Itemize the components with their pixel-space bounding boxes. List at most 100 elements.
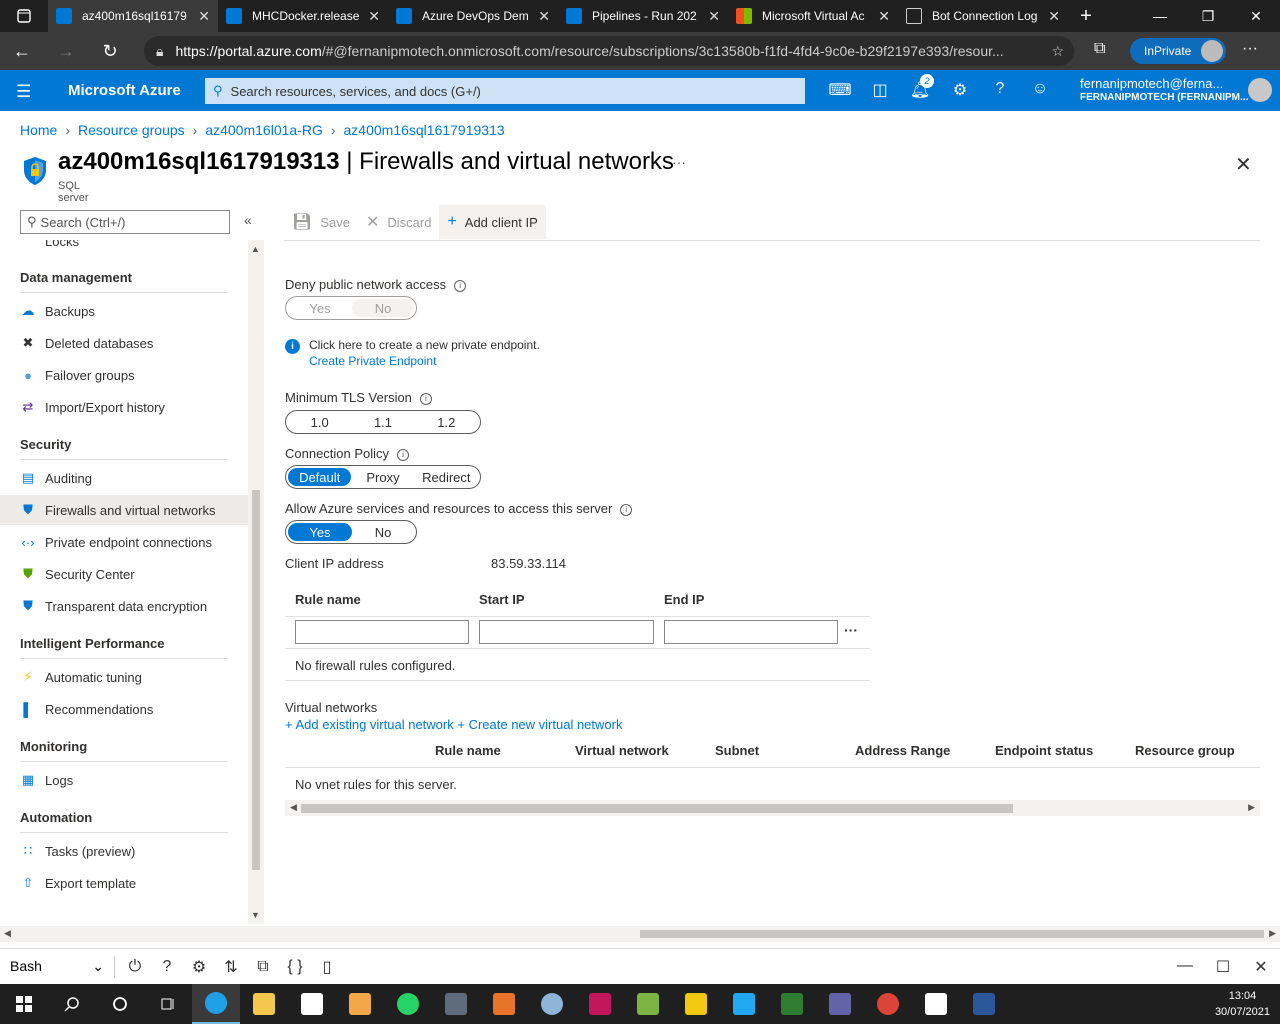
scroll-left-icon[interactable]: ◀ [290,802,297,813]
info-icon[interactable]: i [454,280,467,292]
whatsapp-icon[interactable] [384,984,432,1024]
paint-icon[interactable] [528,984,576,1024]
windows-start-icon[interactable] [0,984,48,1024]
office-icon[interactable] [480,984,528,1024]
power-icon[interactable]: ⏻ [119,958,151,976]
directory-filter-icon[interactable]: ◫ [860,80,900,100]
breadcrumb-home[interactable]: Home [20,122,57,138]
maximize-icon[interactable]: ❐ [1184,0,1232,32]
end-ip-input[interactable] [664,620,838,644]
scroll-left-icon[interactable]: ◀ [4,928,11,939]
browser-tab[interactable]: Microsoft Virtual Ac ✕ [728,0,898,32]
sidebar-item-firewalls-and-virtual-networks[interactable]: ⛊ Firewalls and virtual networks [0,495,248,525]
browser-tab[interactable]: Bot Connection Log ✕ [898,0,1068,32]
scroll-right-icon[interactable]: ▶ [1248,802,1255,813]
system-clock[interactable]: 13:04 30/07/2021 [1215,988,1270,1020]
word-icon[interactable] [960,984,1008,1024]
forward-icon[interactable]: → [44,41,88,62]
sidebar-scroll-thumb[interactable] [252,490,260,870]
close-window-icon[interactable]: ✕ [1232,0,1280,32]
editor-braces-icon[interactable]: { } [279,958,311,976]
refresh-icon[interactable]: ↻ [88,41,132,62]
browser-tab[interactable]: Azure DevOps Dem ✕ [388,0,558,32]
breadcrumb-sql-server[interactable]: az400m16sql1617919313 [344,122,505,138]
sidebar-item-automatic-tuning[interactable]: ⚡ Automatic tuning [0,662,248,692]
tab-actions-icon[interactable] [0,0,48,32]
shell-maximize-icon[interactable]: ☐ [1204,957,1242,977]
start-ip-input[interactable] [479,620,654,644]
sidebar-item-transparent-data-encryption[interactable]: ⛊ Transparent data encryption [0,591,248,621]
close-tab-icon[interactable]: ✕ [538,8,550,25]
sidebar-item-failover-groups[interactable]: ● Failover groups [0,360,248,390]
close-tab-icon[interactable]: ✕ [368,8,380,25]
upload-download-icon[interactable]: ⇅ [215,957,247,977]
settings-gear-icon[interactable]: ⚙ [940,80,980,100]
image-viewer-icon[interactable] [768,984,816,1024]
sidebar-item-tasks-preview[interactable]: ∷ Tasks (preview) [0,836,248,866]
page-horizontal-scrollbar[interactable]: ◀ ▶ [0,926,1280,942]
create-private-endpoint-link[interactable]: Create Private Endpoint [309,354,436,368]
vscode-icon[interactable] [720,984,768,1024]
hamburger-menu-icon[interactable]: ☰ [16,82,31,102]
sidebar-item-logs[interactable]: ▦ Logs [0,765,248,795]
back-icon[interactable]: ← [0,41,44,62]
toggle-option[interactable]: Default [288,468,352,486]
page-scroll-thumb[interactable] [640,930,1264,938]
row-more-icon[interactable]: ··· [844,622,858,638]
close-tab-icon[interactable]: ✕ [708,8,720,25]
rule-name-input[interactable] [295,620,469,644]
toggle-option[interactable]: 1.0 [288,413,351,431]
allow-azure-toggle[interactable]: Yes No [285,520,417,544]
global-search-input[interactable]: ⚲ Search resources, services, and docs (… [205,78,805,104]
cloud-shell-icon[interactable]: ⌨ [820,80,860,100]
browser-tab[interactable]: az400m16sql16179 ✕ [48,0,218,32]
collections-icon[interactable]: ⧉ [1094,40,1105,58]
toggle-option[interactable]: Proxy [351,468,414,486]
toggle-option[interactable]: 1.2 [415,413,478,431]
open-new-session-icon[interactable]: ⧉ [247,958,279,976]
connection-policy-selector[interactable]: Default Proxy Redirect [285,465,481,489]
sidebar-item-backups[interactable]: ☁ Backups [0,296,248,326]
add-client-ip-button[interactable]: + Add client IP [439,205,546,239]
toggle-option[interactable]: Redirect [415,468,478,486]
discard-button[interactable]: ✕ Discard [358,205,439,239]
toggle-option[interactable]: 1.1 [351,413,414,431]
chrome-icon[interactable] [864,984,912,1024]
info-icon[interactable]: i [419,393,432,405]
git-icon[interactable] [576,984,624,1024]
feedback-icon[interactable]: ☺ [1020,80,1060,100]
vnet-table-scrollbar[interactable]: ◀ ▶ [285,800,1260,816]
media-player-icon[interactable] [336,984,384,1024]
toggle-option[interactable]: Yes [288,523,352,541]
sidebar-item-recommendations[interactable]: ▌ Recommendations [0,694,248,724]
edge-browser-icon[interactable] [192,984,240,1024]
deny-public-toggle[interactable]: Yes No [285,296,417,320]
more-options-icon[interactable]: ··· [672,154,686,170]
typora-icon[interactable] [912,984,960,1024]
sidebar-item-private-endpoint-connections[interactable]: ‹·› Private endpoint connections [0,527,248,557]
cortana-icon[interactable] [96,984,144,1024]
info-icon[interactable]: i [620,504,633,516]
sidebar-item-auditing[interactable]: ▤ Auditing [0,463,248,493]
settings-gear-icon[interactable]: ⚙ [183,957,215,977]
tls-version-selector[interactable]: 1.0 1.1 1.2 [285,410,481,434]
sidebar-item-locks[interactable]: Locks [0,240,248,256]
sidebar-item-export-template[interactable]: ⇧ Export template [0,868,248,898]
sidebar-item-import-export-history[interactable]: ⇄ Import/Export history [0,392,248,422]
breadcrumb-resource-group[interactable]: az400m16l01a-RG [205,122,323,138]
browser-tab[interactable]: Pipelines - Run 202 ✕ [558,0,728,32]
file-explorer-icon[interactable] [240,984,288,1024]
info-icon[interactable]: i [397,449,410,461]
inprivate-button[interactable]: InPrivate [1130,38,1226,64]
teams-icon[interactable] [816,984,864,1024]
browser-tab[interactable]: MHCDocker.release ✕ [218,0,388,32]
sidebar-item-deleted-databases[interactable]: ✖ Deleted databases [0,328,248,358]
save-button[interactable]: 💾︎ Save [284,205,358,239]
browser-menu-icon[interactable]: ··· [1242,40,1258,58]
search-icon[interactable] [48,984,96,1024]
help-icon[interactable]: ? [980,80,1020,100]
shell-minimize-icon[interactable]: — [1166,957,1204,977]
web-preview-icon[interactable]: ▯ [311,957,343,977]
close-tab-icon[interactable]: ✕ [878,8,890,25]
help-icon[interactable]: ? [151,958,183,976]
